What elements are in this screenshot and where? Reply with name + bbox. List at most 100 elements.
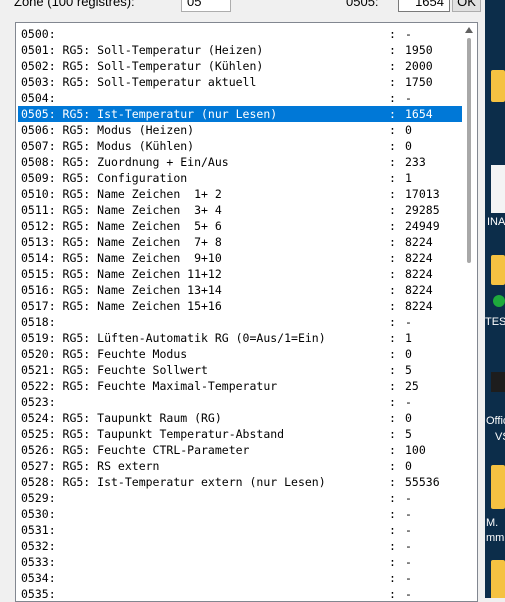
list-item[interactable]: 0535:: - [18, 586, 463, 601]
scrollbar-thumb[interactable] [467, 38, 471, 263]
list-item[interactable]: 0522: RG5: Feuchte Maximal-Temperatur:25 [18, 378, 463, 394]
list-item[interactable]: 0519: RG5: Lüften-Automatik RG (0=Aus/1=… [18, 330, 463, 346]
register-name: 0517: RG5: Name Zeichen 15+16 [21, 299, 222, 313]
register-separator: : [389, 187, 396, 201]
list-item[interactable]: 0504:: - [18, 90, 463, 106]
list-item[interactable]: 0502: RG5: Soll-Temperatur (Kühlen):2000 [18, 58, 463, 74]
register-value: 0 [405, 123, 412, 137]
folder-icon[interactable] [491, 465, 505, 509]
list-item[interactable]: 0524: RG5: Taupunkt Raum (RG):0 [18, 410, 463, 426]
zone-select[interactable]: 05 [181, 0, 231, 12]
register-name: 0500: [21, 27, 56, 41]
list-item[interactable]: 0512: RG5: Name Zeichen 5+ 6:24949 [18, 218, 463, 234]
list-item[interactable]: 0528: RG5: Ist-Temperatur extern (nur Le… [18, 474, 463, 490]
register-value: 1750 [405, 75, 433, 89]
register-name: 0515: RG5: Name Zeichen 11+12 [21, 267, 222, 281]
register-separator: : [389, 459, 396, 473]
list-item[interactable]: 0527: RG5: RS extern:0 [18, 458, 463, 474]
zone-select-value: 05 [187, 0, 202, 9]
list-item[interactable]: 0503: RG5: Soll-Temperatur aktuell:1750 [18, 74, 463, 90]
register-value: 24949 [405, 219, 440, 233]
list-item[interactable]: 0514: RG5: Name Zeichen 9+10:8224 [18, 250, 463, 266]
register-value: 1950 [405, 43, 433, 57]
register-value: 0 [405, 459, 412, 473]
list-item[interactable]: 0509: RG5: Configuration:1 [18, 170, 463, 186]
register-separator: : [389, 427, 396, 441]
list-item[interactable]: 0520: RG5: Feuchte Modus:0 [18, 346, 463, 362]
register-value: - [405, 539, 412, 553]
register-name: 0531: [21, 523, 56, 537]
register-name: 0523: [21, 395, 56, 409]
register-name: 0502: RG5: Soll-Temperatur (Kühlen) [21, 59, 264, 73]
register-name: 0529: [21, 491, 56, 505]
register-separator: : [389, 379, 396, 393]
list-item[interactable]: 0529:: - [18, 490, 463, 506]
list-item[interactable]: 0501: RG5: Soll-Temperatur (Heizen):1950 [18, 42, 463, 58]
list-item[interactable]: 0521: RG5: Feuchte Sollwert:5 [18, 362, 463, 378]
register-name: 0530: [21, 507, 56, 521]
register-name: 0506: RG5: Modus (Heizen) [21, 123, 195, 137]
list-item[interactable]: 0530:: - [18, 506, 463, 522]
register-separator: : [389, 251, 396, 265]
register-separator: : [389, 315, 396, 329]
list-item[interactable]: 0533:: - [18, 554, 463, 570]
register-separator: : [389, 107, 396, 121]
register-value: 2000 [405, 59, 433, 73]
register-separator: : [389, 155, 396, 169]
folder-icon[interactable] [491, 560, 505, 598]
list-item[interactable]: 0508: RG5: Zuordnung + Ein/Aus:233 [18, 154, 463, 170]
list-item[interactable]: 0525: RG5: Taupunkt Temperatur-Abstand:5 [18, 426, 463, 442]
register-value: - [405, 587, 412, 601]
folder-icon[interactable] [491, 70, 505, 102]
sync-check-icon [493, 295, 505, 307]
value-input[interactable]: 1654 [398, 0, 450, 12]
list-item[interactable]: 0517: RG5: Name Zeichen 15+16:8224 [18, 298, 463, 314]
register-value: 1 [405, 171, 412, 185]
register-rows: 0500:: -0501: RG5: Soll-Temperatur (Heize… [18, 26, 463, 601]
list-item[interactable]: 0513: RG5: Name Zeichen 7+ 8:8224 [18, 234, 463, 250]
register-separator: : [389, 555, 396, 569]
register-separator: : [389, 507, 396, 521]
list-item[interactable]: 0534:: - [18, 570, 463, 586]
register-name: 0520: RG5: Feuchte Modus [21, 347, 188, 361]
register-name: 0513: RG5: Name Zeichen 7+ 8 [21, 235, 222, 249]
list-item[interactable]: 0500:: - [18, 26, 463, 42]
value-input-text: 1654 [415, 0, 444, 9]
register-value: 1654 [405, 107, 433, 121]
register-name: 0534: [21, 571, 56, 585]
register-separator: : [389, 43, 396, 57]
register-separator: : [389, 139, 396, 153]
register-list[interactable]: 0500:: -0501: RG5: Soll-Temperatur (Heize… [15, 22, 478, 602]
register-separator: : [389, 491, 396, 505]
ok-button[interactable]: OK [452, 0, 481, 12]
scrollbar[interactable] [462, 24, 476, 599]
list-item[interactable]: 0515: RG5: Name Zeichen 11+12:8224 [18, 266, 463, 282]
register-separator: : [389, 171, 396, 185]
app-shortcut-icon[interactable] [491, 372, 505, 392]
register-separator: : [389, 123, 396, 137]
list-item[interactable]: 0531:: - [18, 522, 463, 538]
register-name: 0512: RG5: Name Zeichen 5+ 6 [21, 219, 222, 233]
list-item[interactable]: 0526: RG5: Feuchte CTRL-Parameter:100 [18, 442, 463, 458]
list-item[interactable]: 0507: RG5: Modus (Kühlen):0 [18, 138, 463, 154]
list-item[interactable]: 0532:: - [18, 538, 463, 554]
desktop-label: M. [486, 517, 499, 529]
list-item[interactable]: 0516: RG5: Name Zeichen 13+14:8224 [18, 282, 463, 298]
document-icon[interactable] [491, 165, 505, 213]
desktop-label: VS [495, 431, 505, 443]
list-item[interactable]: 0523:: - [18, 394, 463, 410]
list-item[interactable]: 0506: RG5: Modus (Heizen):0 [18, 122, 463, 138]
register-value: - [405, 571, 412, 585]
register-value: 100 [405, 443, 426, 457]
scroll-up-arrow-icon[interactable] [464, 26, 474, 34]
register-name: 0507: RG5: Modus (Kühlen) [21, 139, 195, 153]
register-separator: : [389, 587, 396, 601]
register-value: 0 [405, 347, 412, 361]
list-item[interactable]: 0505: RG5: Ist-Temperatur (nur Lesen):16… [18, 106, 463, 122]
register-name: 0527: RG5: RS extern [21, 459, 160, 473]
list-item[interactable]: 0518:: - [18, 314, 463, 330]
list-item[interactable]: 0510: RG5: Name Zeichen 1+ 2:17013 [18, 186, 463, 202]
desktop-label: Offic [486, 415, 505, 427]
folder-icon[interactable] [491, 255, 505, 285]
list-item[interactable]: 0511: RG5: Name Zeichen 3+ 4:29285 [18, 202, 463, 218]
